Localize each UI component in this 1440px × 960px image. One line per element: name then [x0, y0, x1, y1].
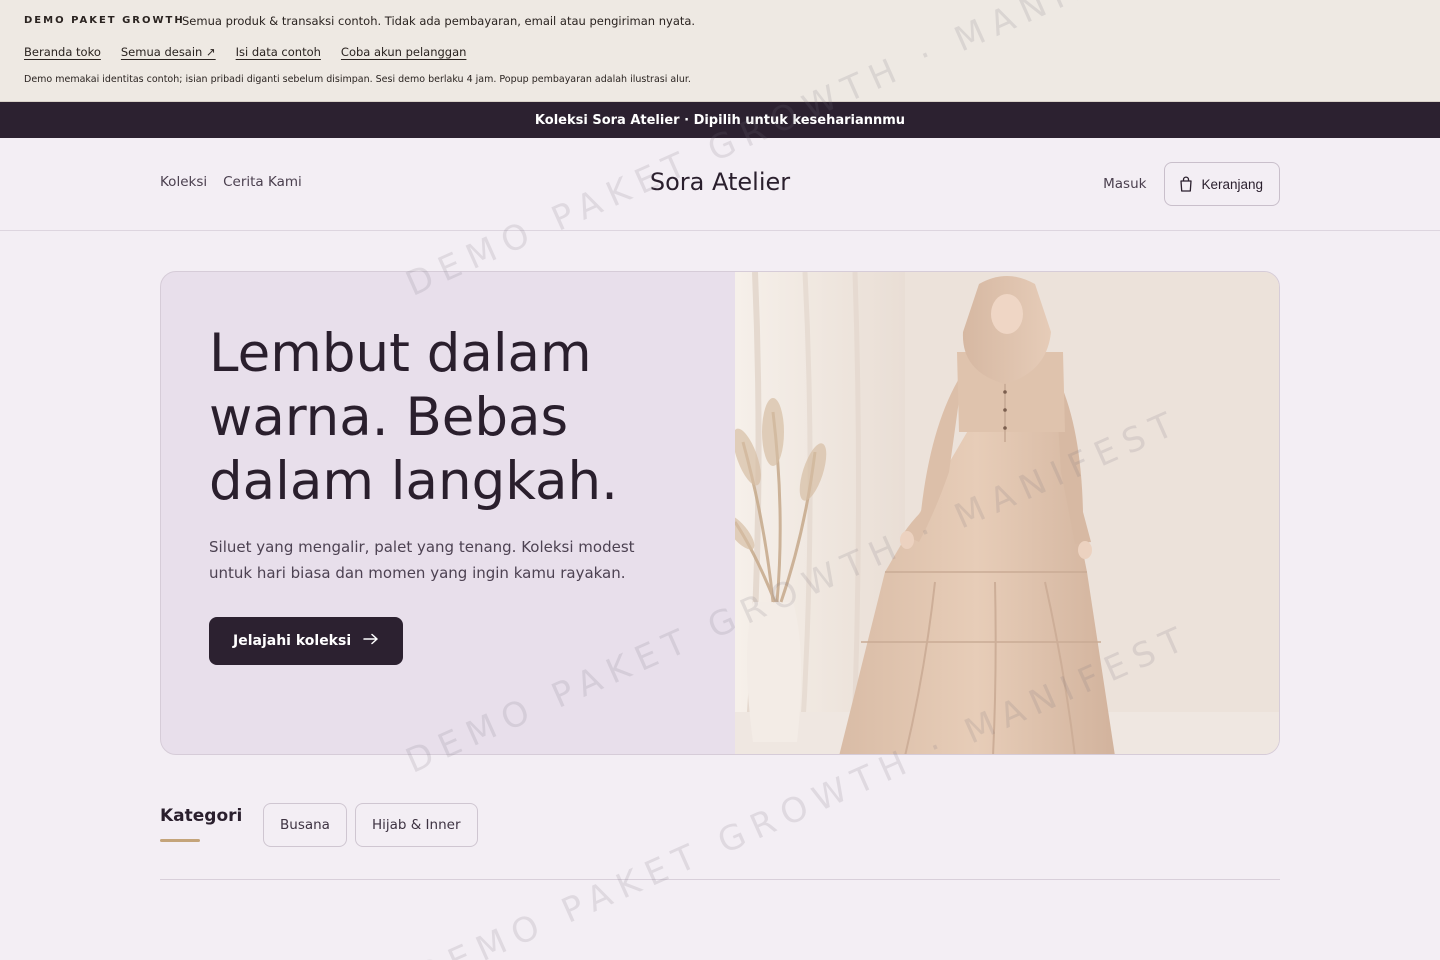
cart-label: Keranjang: [1201, 176, 1263, 192]
cart-button[interactable]: Keranjang: [1164, 162, 1280, 206]
announcement-text: Koleksi Sora Atelier · Dipilih untuk kes…: [534, 112, 906, 128]
demo-link-store-home[interactable]: Beranda toko: [24, 45, 101, 59]
arrow-right-icon: [363, 633, 379, 649]
demo-link-all-designs[interactable]: Semua desain ↗: [121, 45, 216, 59]
demo-description: Semua produk & transaksi contoh. Tidak a…: [182, 14, 696, 28]
category-chip-busana[interactable]: Busana: [263, 803, 347, 847]
category-heading-underline: [160, 839, 200, 842]
demo-note: Demo memakai identitas contoh; isian pri…: [24, 74, 691, 85]
site-header: Koleksi Cerita Kami Sora Atelier Masuk K…: [0, 138, 1440, 231]
hero-text-panel: Lembut dalam warna. Bebas dalam langkah.…: [161, 272, 735, 754]
section-divider: [160, 879, 1280, 880]
demo-link-customer-account[interactable]: Coba akun pelanggan: [341, 45, 467, 59]
shopping-bag-icon: [1179, 176, 1193, 192]
explore-collection-button[interactable]: Jelajahi koleksi: [209, 617, 404, 665]
header-actions: Masuk Keranjang: [1103, 162, 1280, 206]
hero-model-photo: [723, 272, 1279, 754]
announcement-bar: Koleksi Sora Atelier · Dipilih untuk kes…: [0, 102, 1440, 138]
hero-title: Lembut dalam warna. Bebas dalam langkah.: [209, 323, 618, 512]
hero-banner: Lembut dalam warna. Bebas dalam langkah.…: [160, 271, 1280, 755]
login-link[interactable]: Masuk: [1103, 176, 1146, 192]
category-heading: Kategori: [160, 806, 243, 826]
category-chip-hijab-inner[interactable]: Hijab & Inner: [354, 803, 478, 847]
demo-tag: DEMO PAKET GROWTH: [24, 15, 185, 26]
demo-link-fill-sample-data[interactable]: Isi data contoh: [236, 45, 321, 59]
category-chips: Busana Hijab & Inner: [263, 803, 478, 847]
explore-collection-label: Jelajahi koleksi: [233, 633, 352, 649]
hero-subtitle: Siluet yang mengalir, palet yang tenang.…: [209, 538, 635, 582]
demo-banner: DEMO PAKET GROWTH Semua produk & transak…: [0, 0, 1440, 102]
demo-links: Beranda toko Semua desain ↗ Isi data con…: [24, 45, 466, 59]
